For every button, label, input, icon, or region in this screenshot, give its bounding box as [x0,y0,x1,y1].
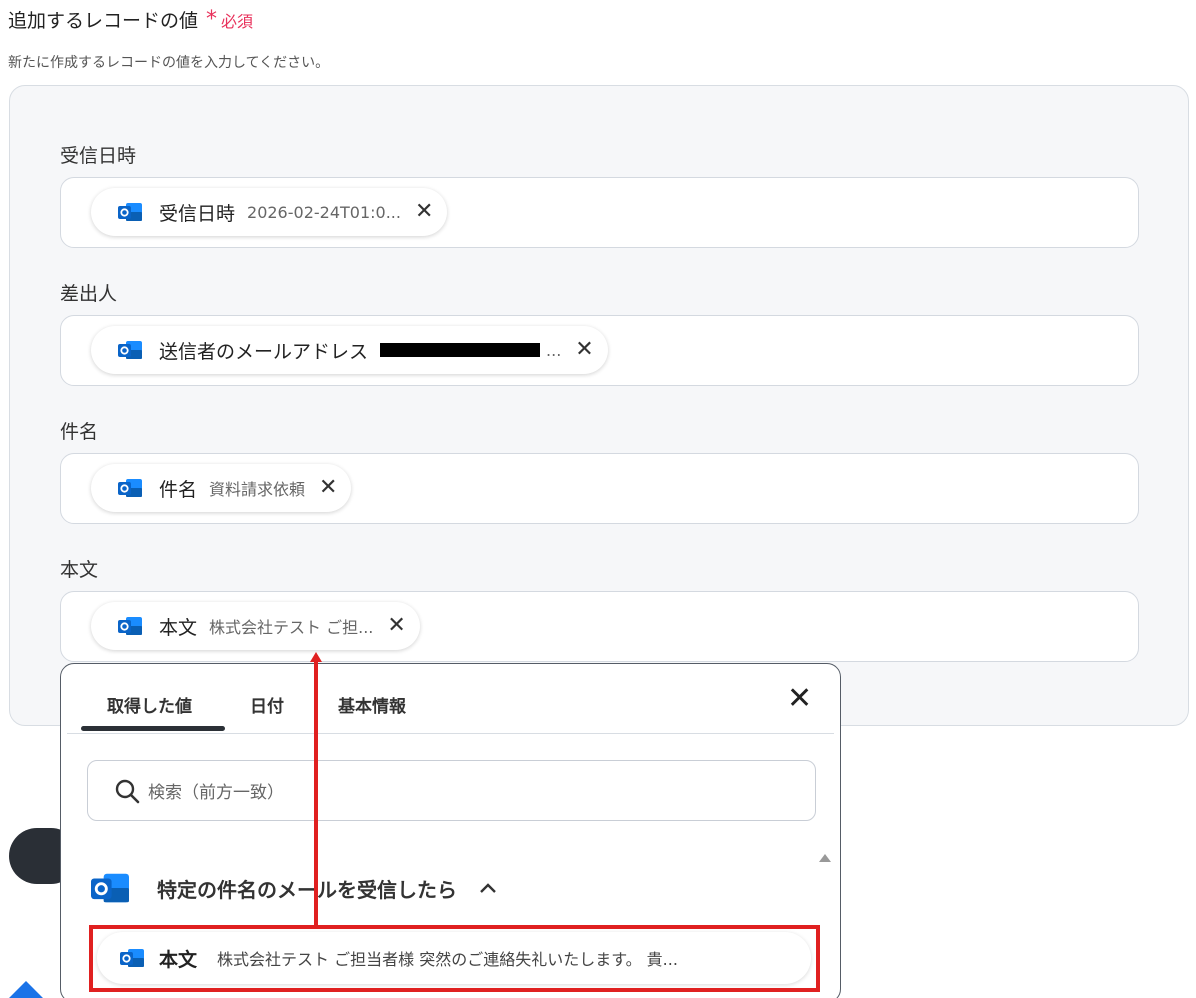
trigger-group-header[interactable]: 特定の件名のメールを受信したら [89,869,497,907]
variable-chip-sender[interactable]: 送信者のメールアドレス ... ✕ [91,326,608,374]
close-icon[interactable]: ✕ [415,201,433,223]
app-logo [9,981,43,998]
redaction-bar [380,343,541,357]
annotation-arrow-head [310,652,322,662]
field-input-subject[interactable]: 件名 資料請求依頼 ✕ [60,453,1139,524]
chip-value: 2026-02-24T01:0... [247,202,401,222]
chip-name: 受信日時 [159,202,236,225]
close-icon[interactable]: ✕ [387,615,405,637]
close-icon[interactable]: ✕ [575,339,593,361]
chip-name: 送信者のメールアドレス [159,340,369,363]
outlook-icon [91,873,129,903]
chip-value: 株式会社テスト ご担... [209,618,374,637]
active-tab-indicator [81,726,225,731]
section-description: 新たに作成するレコードの値を入力してください。 [8,55,330,71]
chip-value: 資料請求依頼 [209,480,306,499]
outlook-icon [118,617,142,635]
required-label: 必須 [221,11,254,31]
tab-acquired-values[interactable]: 取得した値 [107,692,192,717]
variable-chip-body[interactable]: 本文 株式会社テスト ご担... ✕ [91,602,420,650]
search-icon [115,779,140,803]
field-label-subject: 件名 [60,421,99,443]
required-asterisk: * [206,6,218,32]
outlook-icon [118,479,142,497]
variable-chip-subject[interactable]: 件名 資料請求依頼 ✕ [91,464,352,512]
field-label-received-at: 受信日時 [60,145,137,167]
chip-name: 件名 [159,478,198,501]
scrollbar-up-arrow[interactable] [819,854,831,862]
search-placeholder: 検索（前方一致） [148,783,284,803]
field-input-body[interactable]: 本文 株式会社テスト ご担... ✕ [60,591,1139,662]
annotation-arrow-line [314,660,318,926]
variable-chip-received-at[interactable]: 受信日時 2026-02-24T01:0... ✕ [91,188,448,236]
close-icon[interactable]: ✕ [787,684,812,714]
field-label-body: 本文 [60,559,99,581]
chip-value: ... [546,340,562,360]
field-input-sender[interactable]: 送信者のメールアドレス ... ✕ [60,315,1139,386]
field-label-sender: 差出人 [60,283,118,305]
tab-date[interactable]: 日付 [250,692,284,717]
annotation-highlight-box [89,925,820,992]
chip-name: 本文 [159,616,198,639]
section-title: 追加するレコードの値 * 必須 [8,6,253,33]
field-input-received-at[interactable]: 受信日時 2026-02-24T01:0... ✕ [60,177,1139,248]
outlook-icon [118,203,142,221]
tab-basic-info[interactable]: 基本情報 [338,692,406,717]
tabs-divider [67,733,834,734]
chevron-up-icon[interactable] [479,882,497,894]
search-input[interactable]: 検索（前方一致） [87,760,816,821]
section-title-text: 追加するレコードの値 [8,10,199,32]
group-title: 特定の件名のメールを受信したら [157,877,457,902]
close-icon[interactable]: ✕ [319,477,337,499]
outlook-icon [118,341,142,359]
